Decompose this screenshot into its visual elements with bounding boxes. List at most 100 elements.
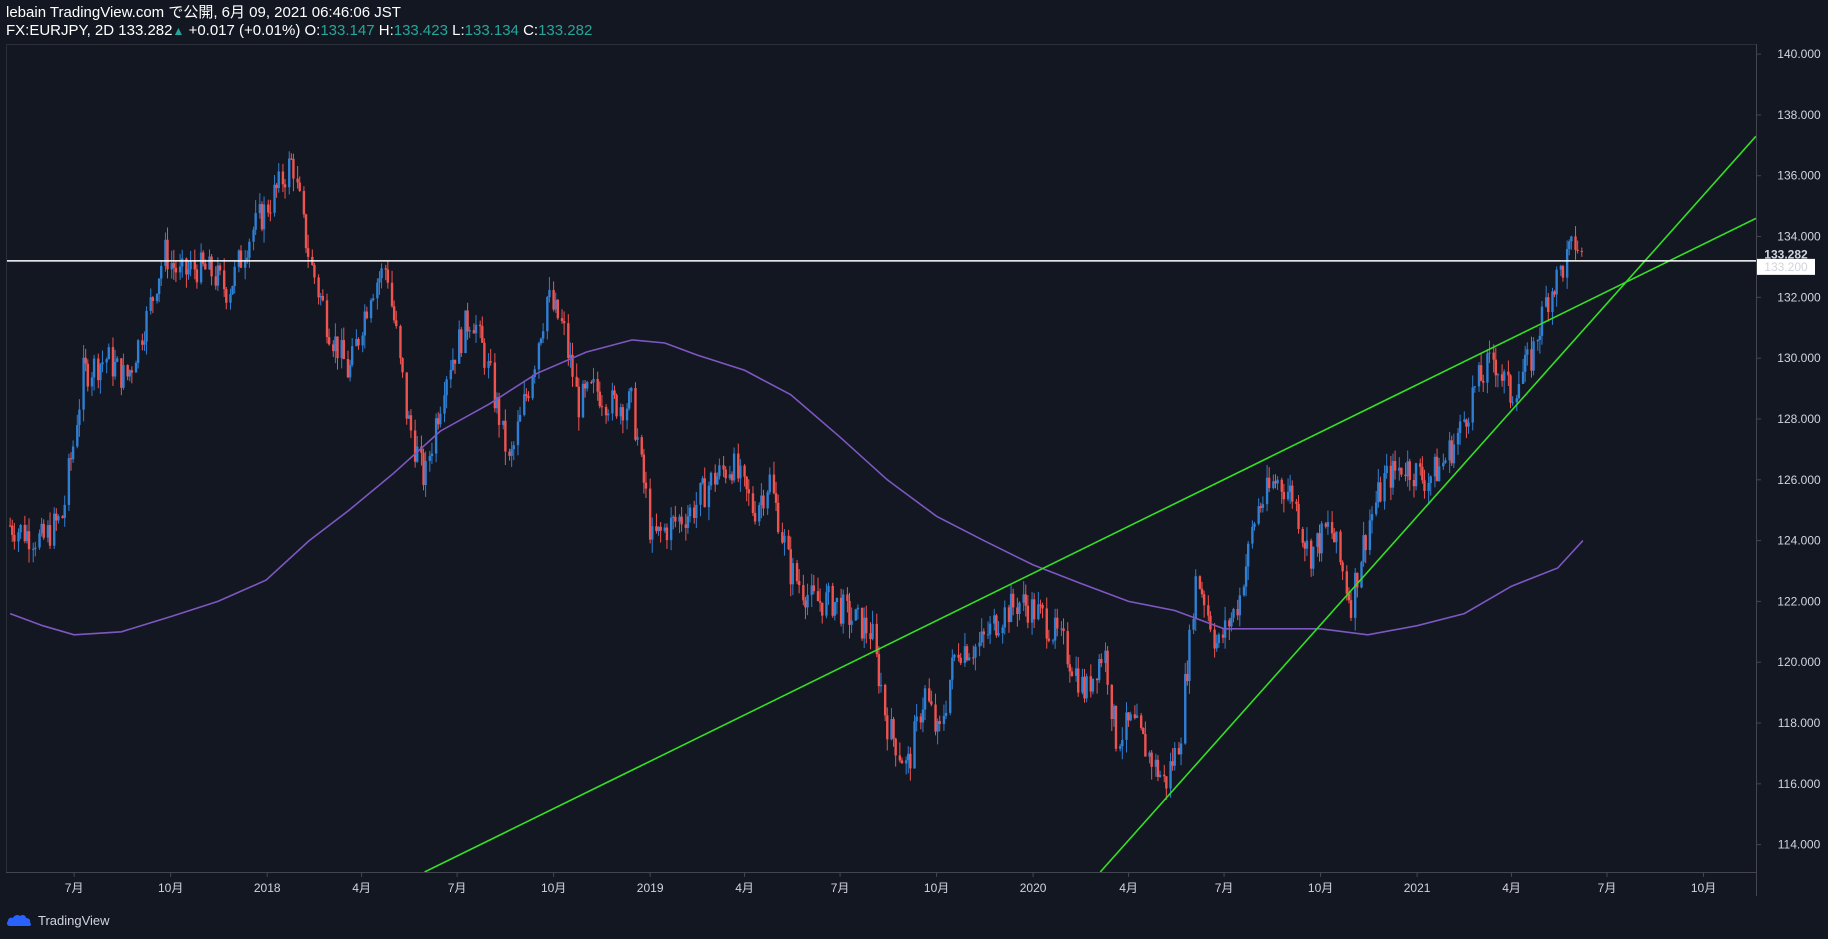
candle-body: [357, 338, 360, 346]
candle-body: [812, 585, 816, 592]
candle-body: [231, 285, 234, 295]
candle-body: [189, 261, 192, 270]
candle-body: [157, 278, 161, 295]
candle-body: [965, 646, 969, 661]
candle-body: [445, 379, 448, 396]
price-axis[interactable]: 114.000 116.000 118.000 120.000 122.000 124.0…: [1756, 47, 1821, 852]
price-chart[interactable]: 114.000 116.000 118.000 120.000 122.000 124.0…: [0, 0, 1828, 939]
candle-body: [342, 340, 345, 360]
candle-body: [380, 268, 383, 279]
candle-body: [669, 517, 673, 541]
candle-body: [174, 267, 178, 273]
candle-body: [1148, 752, 1151, 757]
candle-body: [1083, 676, 1086, 699]
candle-body: [827, 585, 830, 593]
candle-body: [19, 525, 22, 533]
candle-body: [1421, 466, 1424, 481]
candle-body: [1463, 419, 1466, 422]
candle-body: [527, 396, 530, 399]
time-tick-label: 10月: [1308, 881, 1333, 895]
candle-body: [1232, 608, 1235, 618]
candle-body: [1540, 306, 1544, 336]
candle-body: [1486, 353, 1489, 383]
candle-body: [92, 358, 96, 378]
candle-body: [428, 456, 432, 461]
candle-body: [1379, 482, 1382, 502]
candle-body: [1538, 335, 1542, 341]
candle-body: [325, 300, 329, 338]
candle-body: [1286, 491, 1290, 500]
candle-body: [1303, 542, 1307, 549]
candle-body: [747, 489, 750, 494]
candle-body: [1414, 463, 1418, 487]
candle-body: [350, 346, 354, 365]
candle-body: [1242, 586, 1246, 596]
candle-body: [1215, 643, 1218, 649]
time-tick-label: 7月: [1215, 881, 1234, 895]
candle-body: [1442, 462, 1445, 467]
candle-body: [930, 701, 933, 705]
candle-body: [722, 465, 725, 470]
candle-body: [980, 631, 983, 643]
candle-body: [537, 343, 541, 370]
candle-body: [136, 340, 140, 363]
candle-body: [951, 657, 954, 680]
candle-body: [1477, 365, 1481, 387]
candle-body: [625, 408, 629, 421]
candle-body: [222, 270, 226, 290]
candle-body: [128, 370, 131, 377]
candle-body: [831, 585, 834, 616]
candle-body: [1118, 746, 1122, 749]
candle-body: [1479, 365, 1483, 381]
price-tick-label: 124.000: [1777, 534, 1821, 548]
candle-body: [728, 474, 732, 479]
candle-body: [1488, 352, 1491, 354]
candle-body: [67, 458, 71, 505]
candle-body: [1370, 514, 1374, 521]
candle-body: [672, 516, 675, 518]
time-tick-label: 7月: [65, 881, 84, 895]
candle-body: [1295, 501, 1298, 504]
candle-body: [1171, 761, 1174, 766]
candle-body: [468, 330, 471, 332]
candle-body: [562, 321, 566, 324]
trendline-2[interactable]: [1099, 135, 1756, 872]
candle-body: [392, 306, 396, 321]
candle-body: [934, 704, 937, 732]
candle-body: [997, 633, 1000, 636]
candle-body: [523, 394, 526, 415]
candle-body: [854, 609, 857, 621]
candle-body: [1041, 605, 1044, 609]
time-tick-label: 4月: [1119, 881, 1138, 895]
candle-body: [1026, 605, 1030, 623]
candle-body: [886, 715, 889, 740]
candle-body: [634, 387, 637, 440]
candle-body: [199, 252, 203, 283]
candle-body: [797, 581, 801, 586]
candle-body: [1576, 249, 1579, 251]
candle-body: [1324, 523, 1328, 527]
candle-body: [1045, 608, 1048, 639]
candle-body: [430, 453, 434, 457]
time-axis[interactable]: 7月 10月 2018 4月 7月 10月 2019 4月 7月 10月 2020 4月 7月 10月 20…: [65, 872, 1716, 895]
candle-body: [273, 184, 276, 213]
candle-body: [1053, 617, 1057, 641]
candle-body: [363, 311, 366, 336]
candle-body: [1047, 638, 1051, 641]
candle-body: [1089, 676, 1093, 692]
trendline-1[interactable]: [424, 217, 1756, 872]
candle-body: [304, 214, 308, 249]
price-tick-label: 138.000: [1777, 108, 1821, 122]
price-tick-label: 134.000: [1777, 230, 1821, 244]
candle-body: [405, 372, 408, 419]
candle-body: [172, 263, 176, 268]
candle-body: [27, 531, 31, 550]
candle-body: [1341, 562, 1344, 572]
candle-body: [267, 204, 270, 213]
candle-body: [1368, 520, 1372, 551]
candle-body: [1177, 747, 1181, 755]
candle-body: [1238, 595, 1241, 616]
candle-body: [604, 406, 608, 416]
candle-body: [76, 425, 79, 447]
candle-body: [1456, 432, 1460, 445]
